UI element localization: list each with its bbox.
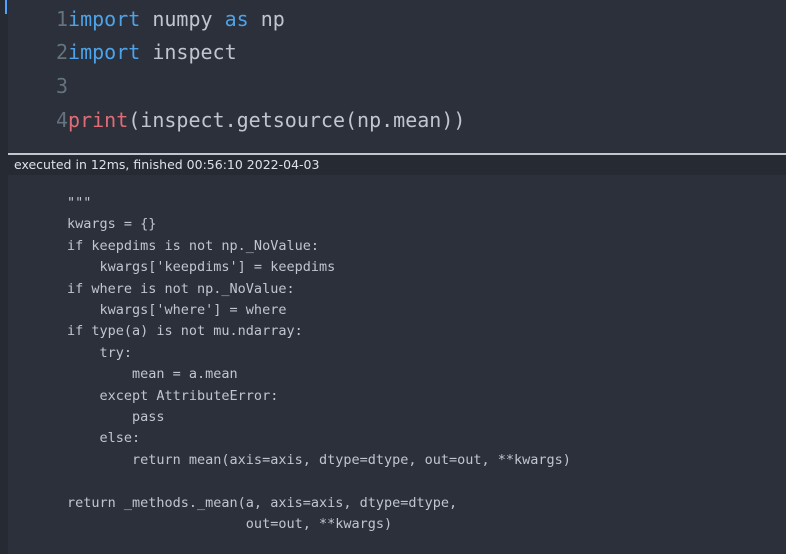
code-token: numpy: [140, 7, 225, 31]
active-cell-marker: [5, 0, 7, 14]
line-number: 2: [56, 40, 69, 64]
output-line: return _methods._mean(a, axis=axis, dtyp…: [67, 494, 458, 511]
line-number: 3: [56, 74, 69, 98]
output-line: else:: [67, 430, 141, 447]
line-number: 1: [56, 7, 69, 31]
keyword-token: import: [68, 7, 141, 31]
output-line: except AttributeError:: [67, 387, 279, 404]
output-line: if type(a) is not mu.ndarray:: [67, 323, 303, 340]
output-line: kwargs = {}: [67, 216, 157, 233]
cell-gutter[interactable]: [0, 0, 8, 554]
execution-status-bar: executed in 12ms, finished 00:56:10 2022…: [8, 155, 786, 175]
output-line: if keepdims is not np._NoValue:: [67, 237, 319, 254]
output-line: pass: [67, 409, 165, 425]
keyword-token: as: [224, 7, 249, 31]
code-token: np: [248, 7, 285, 31]
code-cell-editor[interactable]: 1import numpy as np 2import inspect 3 4prin…: [8, 0, 786, 153]
output-line: """: [67, 195, 92, 211]
cell-output: """ kwargs = {} if keepdims is not np._NoV…: [8, 175, 786, 554]
output-line: try:: [67, 344, 133, 361]
code-line[interactable]: 2import inspect: [56, 35, 237, 69]
output-line: return mean(axis=axis, dtype=dtype, out=…: [67, 451, 571, 468]
builtin-token: print: [68, 108, 129, 132]
output-line: kwargs['where'] = where: [67, 302, 287, 318]
output-line: kwargs['keepdims'] = keepdims: [67, 259, 336, 276]
code-line[interactable]: 1import numpy as np: [56, 2, 285, 36]
line-number: 4: [56, 108, 69, 132]
execution-time-text: executed in 12ms, finished 00:56:10 2022…: [14, 157, 320, 172]
output-line: if where is not np._NoValue:: [67, 280, 295, 297]
output-line: mean = a.mean: [67, 366, 238, 383]
code-token: inspect: [140, 40, 237, 64]
output-line: out=out, **kwargs): [67, 516, 393, 532]
code-line[interactable]: 3: [56, 69, 68, 103]
code-line[interactable]: 4print(inspect.getsource(np.mean)): [56, 103, 465, 137]
code-token: (inspect.getsource(np.mean)): [128, 108, 466, 132]
keyword-token: import: [68, 40, 141, 64]
